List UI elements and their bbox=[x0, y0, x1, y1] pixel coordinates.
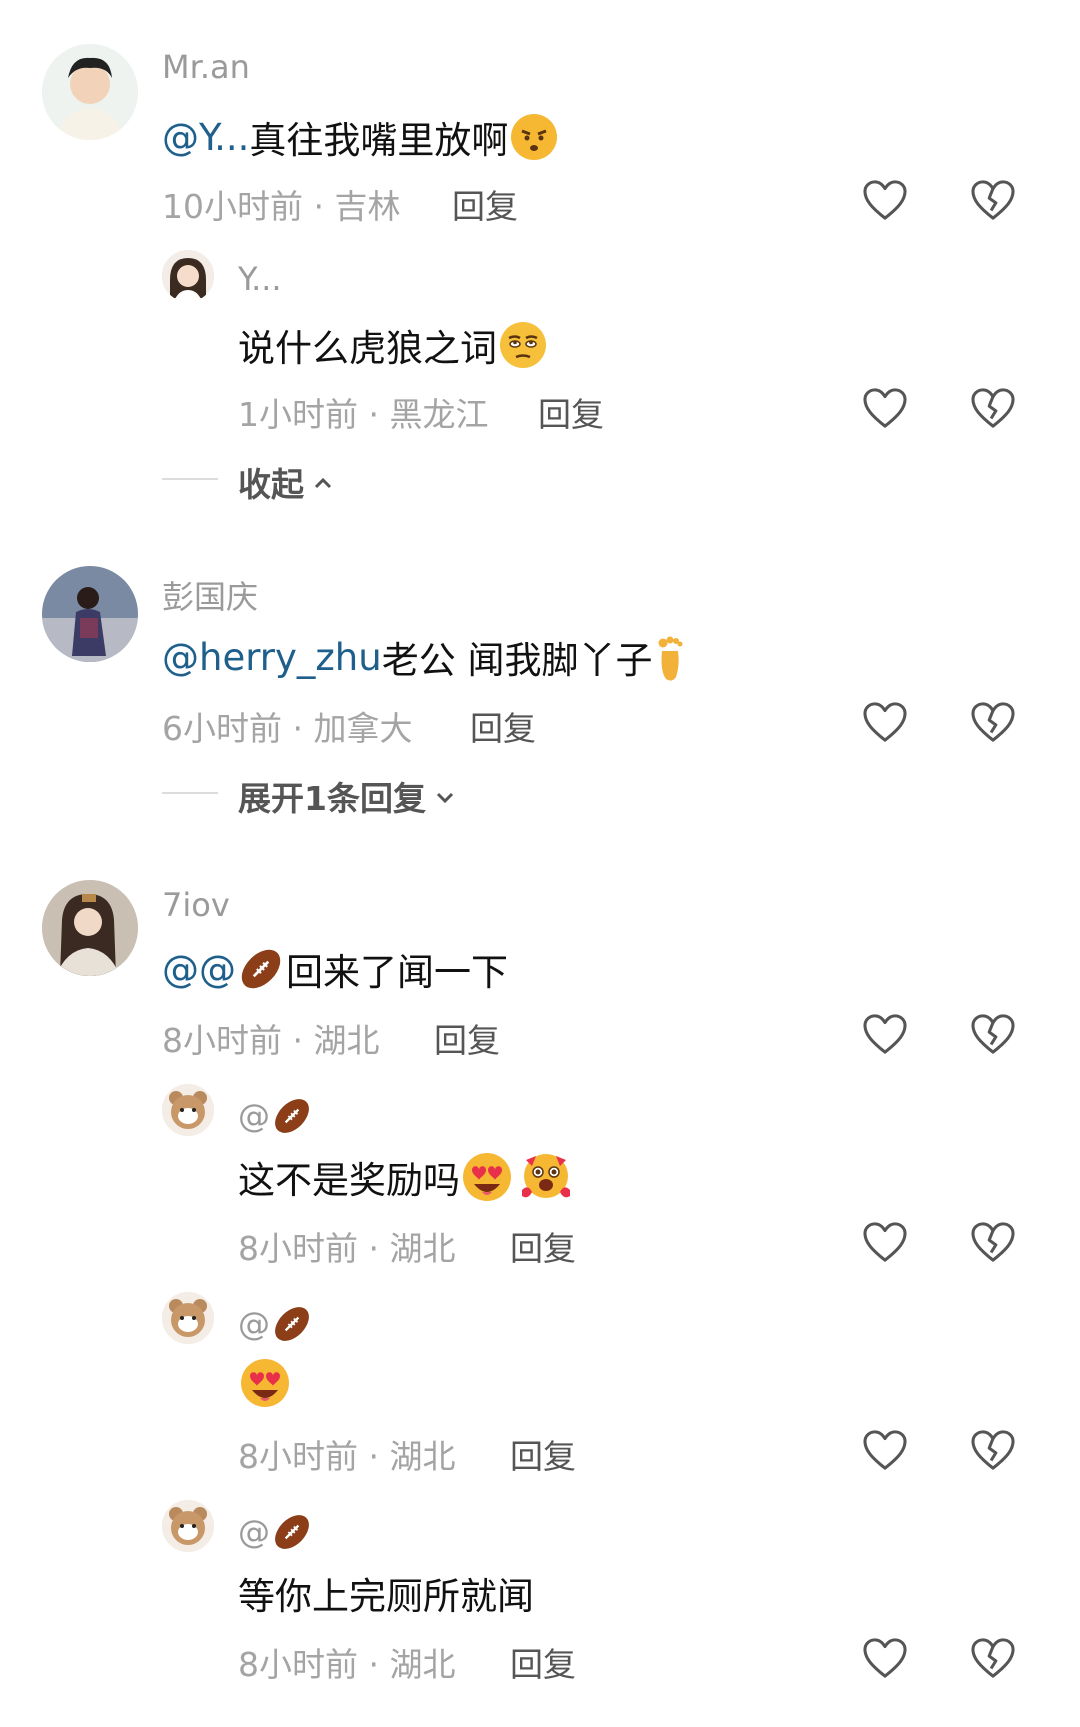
avatar[interactable] bbox=[42, 566, 138, 662]
dislike-icon[interactable] bbox=[970, 701, 1016, 743]
comment-meta: 8小时前 · 湖北 bbox=[162, 1021, 380, 1060]
reply-meta: 8小时前 · 湖北 bbox=[238, 1229, 456, 1268]
avatar[interactable] bbox=[162, 1500, 214, 1552]
reply-username-text: @ bbox=[238, 1513, 270, 1551]
comment-meta: 6小时前 · 加拿大 bbox=[162, 709, 413, 748]
comment-text: @Y... 真往我嘴里放啊 bbox=[162, 110, 560, 164]
comment-text: @herry_zhu 老公 闻我脚丫子 bbox=[162, 630, 688, 684]
avatar[interactable] bbox=[42, 880, 138, 976]
reply-username-text: @ bbox=[238, 1305, 270, 1343]
reply-username-text: @ bbox=[238, 1097, 270, 1135]
foot-emoji bbox=[652, 631, 688, 683]
chevron-up-icon bbox=[304, 463, 334, 502]
comment-body: 回来了闻一下 bbox=[286, 951, 508, 994]
comment-text: @@ 回来了闻一下 bbox=[162, 942, 508, 996]
avatar[interactable] bbox=[162, 1084, 214, 1136]
comment-username[interactable]: Mr.an bbox=[162, 48, 250, 86]
reply-text: 这不是奖励吗 bbox=[238, 1150, 574, 1204]
reply-button[interactable]: 回复 bbox=[470, 702, 536, 750]
like-icon[interactable] bbox=[862, 1221, 908, 1263]
like-icon[interactable] bbox=[862, 1013, 908, 1055]
expand-label: 展开1条回复 bbox=[238, 779, 426, 818]
comment-username[interactable]: 彭国庆 bbox=[162, 572, 258, 618]
dislike-icon[interactable] bbox=[970, 1013, 1016, 1055]
dislike-icon[interactable] bbox=[970, 179, 1016, 221]
chevron-down-icon bbox=[426, 777, 456, 816]
comment-body: 老公 闻我脚丫子 bbox=[381, 639, 653, 682]
reply-text: 说什么虎狼之词 bbox=[238, 318, 549, 372]
comment-username[interactable]: 7iov bbox=[162, 886, 230, 924]
avatar[interactable] bbox=[42, 44, 138, 140]
thread-divider bbox=[162, 478, 218, 480]
reply-username[interactable]: @ bbox=[238, 1094, 314, 1138]
heart-eyes-emoji bbox=[238, 1356, 292, 1410]
reply-body: 等你上完厕所就闻 bbox=[238, 1575, 534, 1618]
thread-divider bbox=[162, 792, 218, 794]
football-emoji bbox=[270, 1510, 314, 1554]
reply-username[interactable]: @ bbox=[238, 1510, 314, 1554]
reply-button[interactable]: 回复 bbox=[434, 1014, 500, 1062]
reply-button[interactable]: 回复 bbox=[452, 180, 518, 228]
reply-meta: 8小时前 · 湖北 bbox=[238, 1437, 456, 1476]
reply-body: 说什么虎狼之词 bbox=[238, 327, 497, 370]
reply-text bbox=[238, 1356, 292, 1410]
collapse-label: 收起 bbox=[238, 465, 304, 504]
angry-face-emoji bbox=[508, 111, 560, 163]
like-icon[interactable] bbox=[862, 387, 908, 429]
football-emoji bbox=[270, 1302, 314, 1346]
dislike-icon[interactable] bbox=[970, 1429, 1016, 1471]
football-emoji bbox=[270, 1094, 314, 1138]
collapse-replies-button[interactable]: 收起 bbox=[238, 458, 334, 506]
reply-button[interactable]: 回复 bbox=[510, 1430, 576, 1478]
comment-body: 真往我嘴里放啊 bbox=[249, 119, 509, 162]
dislike-icon[interactable] bbox=[970, 387, 1016, 429]
mention-link[interactable]: @Y... bbox=[162, 116, 249, 159]
reply-text: 等你上完厕所就闻 bbox=[238, 1566, 534, 1620]
excited-face-emoji bbox=[518, 1150, 574, 1204]
heart-eyes-emoji bbox=[460, 1150, 514, 1204]
like-icon[interactable] bbox=[862, 701, 908, 743]
like-icon[interactable] bbox=[862, 179, 908, 221]
expand-replies-button[interactable]: 展开1条回复 bbox=[238, 772, 456, 820]
like-icon[interactable] bbox=[862, 1429, 908, 1471]
avatar[interactable] bbox=[162, 250, 214, 302]
reply-button[interactable]: 回复 bbox=[510, 1222, 576, 1270]
mention-link[interactable]: @herry_zhu bbox=[162, 636, 382, 679]
comment-meta: 10小时前 · 吉林 bbox=[162, 187, 401, 226]
mention-link[interactable]: @@ bbox=[162, 948, 236, 991]
reply-body: 这不是奖励吗 bbox=[238, 1159, 460, 1202]
reply-username[interactable]: @ bbox=[238, 1302, 314, 1346]
football-emoji bbox=[236, 944, 286, 994]
avatar[interactable] bbox=[162, 1292, 214, 1344]
reply-button[interactable]: 回复 bbox=[510, 1638, 576, 1686]
dislike-icon[interactable] bbox=[970, 1637, 1016, 1679]
reply-meta: 1小时前 · 黑龙江 bbox=[238, 395, 489, 434]
reply-meta: 8小时前 · 湖北 bbox=[238, 1645, 456, 1684]
reply-username[interactable]: Y... bbox=[238, 260, 282, 298]
like-icon[interactable] bbox=[862, 1637, 908, 1679]
dislike-icon[interactable] bbox=[970, 1221, 1016, 1263]
rolling-eyes-emoji bbox=[497, 319, 549, 371]
reply-button[interactable]: 回复 bbox=[538, 388, 604, 436]
